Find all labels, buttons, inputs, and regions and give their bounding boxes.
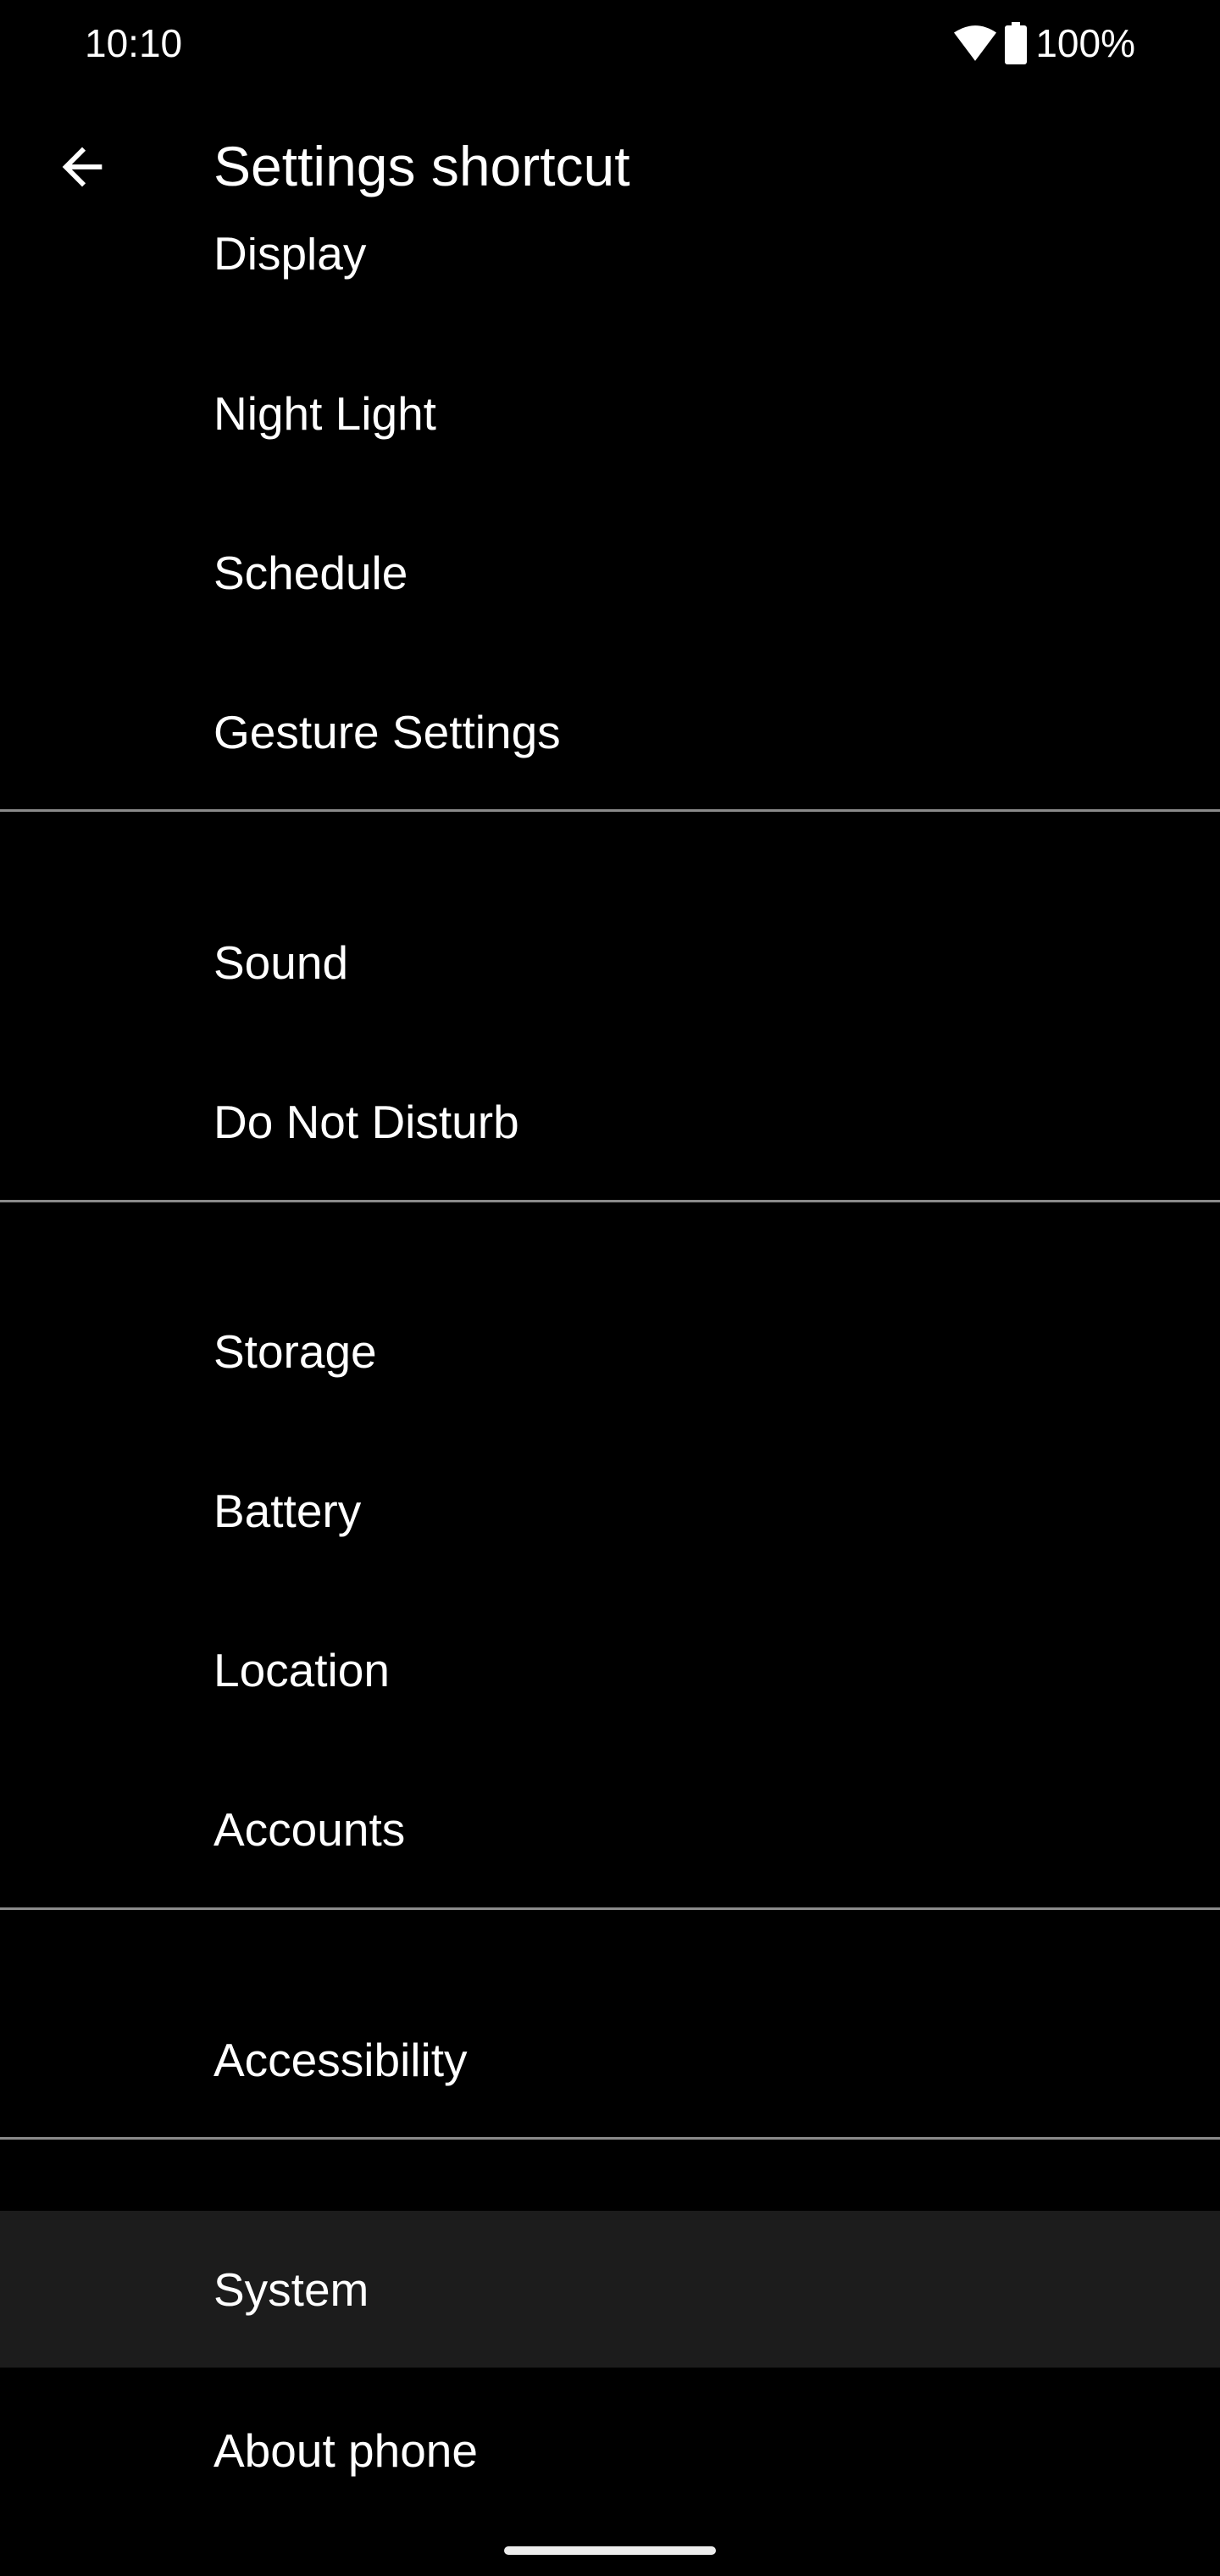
list-item-label: Accounts [214, 1803, 406, 1856]
list-item-label: Battery [214, 1485, 362, 1537]
list-item-do-not-disturb[interactable]: Do Not Disturb [0, 1042, 1220, 1202]
list-item-location[interactable]: Location [0, 1591, 1220, 1750]
page-title: Settings shortcut [214, 135, 630, 197]
list-item-gesture-settings[interactable]: Gesture Settings [0, 652, 1220, 812]
list-item-accessibility[interactable]: Accessibility [0, 1980, 1220, 2140]
status-time: 10:10 [85, 21, 183, 65]
divider [0, 2137, 1220, 2140]
list-item-label: Location [214, 1644, 390, 1696]
list-item-label: Storage [214, 1325, 377, 1378]
app-bar: Settings shortcut [0, 85, 1220, 237]
list-item-sound[interactable]: Sound [0, 883, 1220, 1042]
list-item-label: Sound [214, 936, 349, 989]
navigation-handle[interactable] [504, 2546, 716, 2555]
list-item-system[interactable]: System [0, 2211, 1220, 2368]
list-item-accounts[interactable]: Accounts [0, 1750, 1220, 1909]
list-item-label: System [214, 2262, 369, 2316]
list-item-schedule[interactable]: Schedule [0, 493, 1220, 652]
battery-icon [1005, 22, 1028, 64]
list-item-battery[interactable]: Battery [0, 1431, 1220, 1591]
battery-percent: 100% [1035, 21, 1135, 65]
divider [0, 1907, 1220, 1910]
divider [0, 1200, 1220, 1202]
list-item-label: About phone [214, 2424, 478, 2477]
list-item-label: Gesture Settings [214, 706, 561, 758]
list-item-storage[interactable]: Storage [0, 1272, 1220, 1431]
list-item-night-light[interactable]: Night Light [0, 334, 1220, 493]
list-item-label: Do Not Disturb [214, 1096, 519, 1148]
list-item-label: Accessibility [214, 2034, 468, 2086]
divider [0, 809, 1220, 812]
arrow-back-icon[interactable] [53, 137, 112, 197]
status-bar: 10:10 100% [0, 0, 1220, 85]
list-item-about-phone[interactable]: About phone [0, 2371, 1220, 2530]
list-item-label: Night Light [214, 387, 436, 440]
wifi-icon [954, 25, 997, 61]
list-item-label: Schedule [214, 547, 408, 599]
status-icons: 100% [954, 20, 1135, 66]
